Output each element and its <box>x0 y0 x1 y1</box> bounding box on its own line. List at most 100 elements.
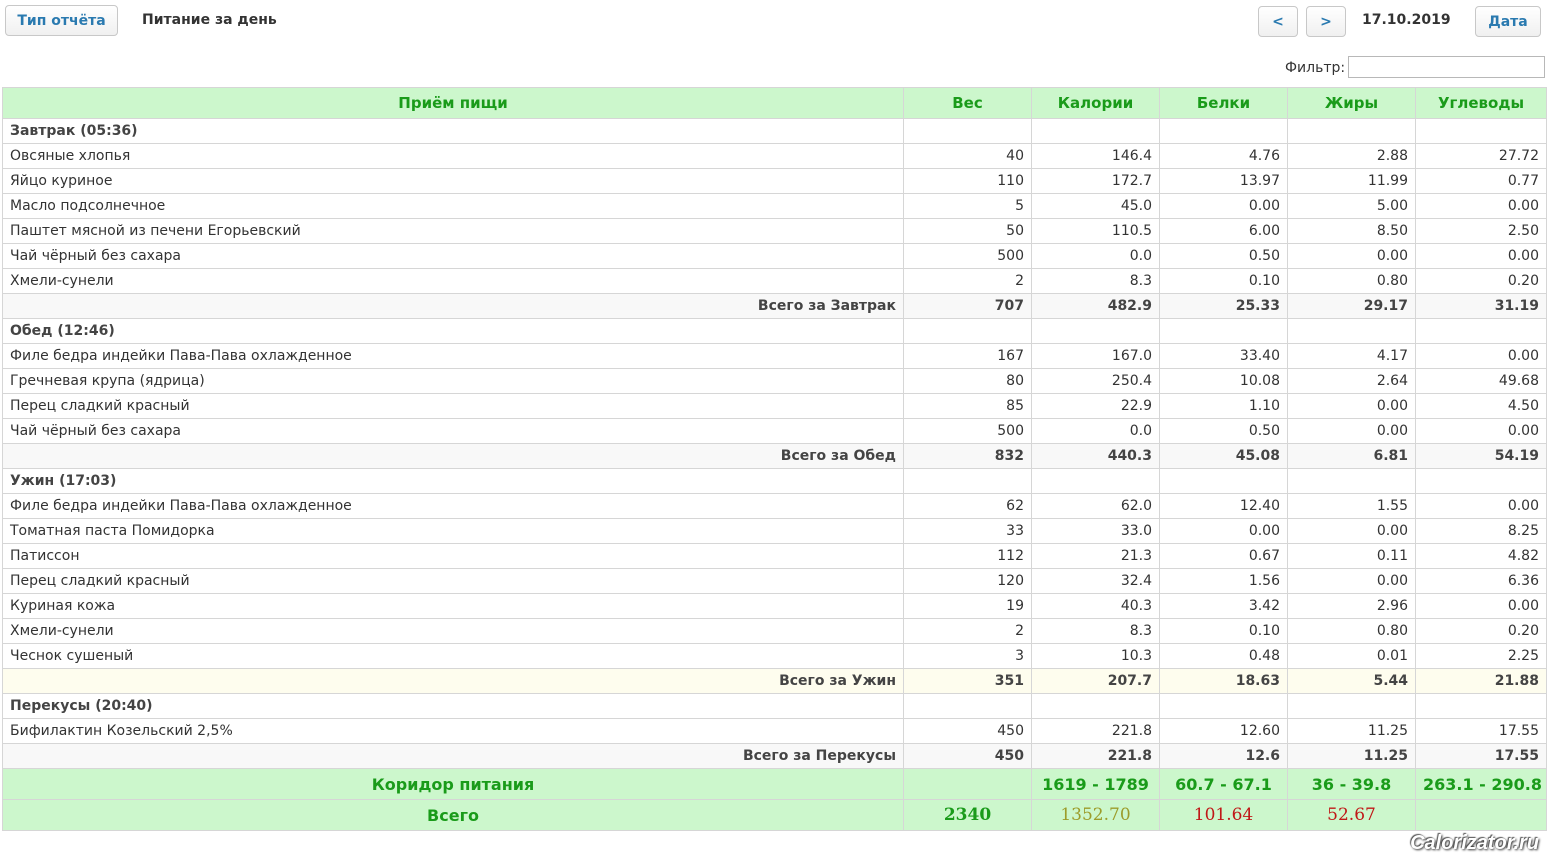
food-calories-cell: 250.4 <box>1031 368 1160 394</box>
food-carbs-cell: 0.00 <box>1415 493 1547 519</box>
food-calories-cell: 221.8 <box>1031 718 1160 744</box>
food-name-cell: Гречневая крупа (ядрица) <box>2 368 904 394</box>
food-name-cell: Патиссон <box>2 543 904 569</box>
report-type-button[interactable]: Тип отчёта <box>5 5 118 36</box>
table-row[interactable]: Хмели-сунели 2 8.3 0.10 0.80 0.20 <box>2 618 1547 644</box>
column-header-calories[interactable]: Калории <box>1031 87 1160 119</box>
food-name-cell: Хмели-сунели <box>2 268 904 294</box>
watermark-logo: Calorizator.ru <box>1410 832 1539 854</box>
grand-total-label: Всего <box>2 799 904 831</box>
food-fat-cell: 0.00 <box>1287 393 1416 419</box>
subtotal-carbs-cell: 31.19 <box>1415 293 1547 319</box>
table-row[interactable]: Чеснок сушеный 3 10.3 0.48 0.01 2.25 <box>2 643 1547 669</box>
food-fat-cell: 2.96 <box>1287 593 1416 619</box>
grand-total-carbs <box>1415 799 1547 831</box>
food-weight-cell: 120 <box>903 568 1032 594</box>
subtotal-carbs-cell: 54.19 <box>1415 443 1547 469</box>
food-carbs-cell: 0.00 <box>1415 243 1547 269</box>
subtotal-calories-cell: 440.3 <box>1031 443 1160 469</box>
corridor-carbs: 263.1 - 290.8 <box>1415 768 1547 800</box>
food-name-cell: Хмели-сунели <box>2 618 904 644</box>
food-protein-cell: 0.48 <box>1159 643 1288 669</box>
page-title: Питание за день <box>142 12 277 28</box>
food-weight-cell: 50 <box>903 218 1032 244</box>
next-day-button[interactable]: > <box>1306 6 1346 37</box>
date-picker-button[interactable]: Дата <box>1475 6 1541 37</box>
meal-group-title: Завтрак (05:36) <box>2 118 904 144</box>
table-row[interactable]: Овсяные хлопья 40 146.4 4.76 2.88 27.72 <box>2 143 1547 169</box>
table-row[interactable]: Гречневая крупа (ядрица) 80 250.4 10.08 2.64… <box>2 368 1547 394</box>
food-fat-cell: 0.80 <box>1287 618 1416 644</box>
top-bar: Тип отчёта Питание за день < > 17.10.201… <box>0 0 1549 44</box>
food-protein-cell: 1.10 <box>1159 393 1288 419</box>
food-carbs-cell: 6.36 <box>1415 568 1547 594</box>
table-row[interactable]: Чай чёрный без сахара 500 0.0 0.50 0.00 0.00 <box>2 418 1547 444</box>
food-calories-cell: 110.5 <box>1031 218 1160 244</box>
subtotal-weight-cell: 351 <box>903 668 1032 694</box>
food-name-cell: Масло подсолнечное <box>2 193 904 219</box>
food-weight-cell: 450 <box>903 718 1032 744</box>
food-fat-cell: 1.55 <box>1287 493 1416 519</box>
food-carbs-cell: 0.00 <box>1415 418 1547 444</box>
table-row[interactable]: Томатная паста Помидорка 33 33.0 0.00 0.00 8.… <box>2 518 1547 544</box>
food-carbs-cell: 0.00 <box>1415 593 1547 619</box>
column-header-fat[interactable]: Жиры <box>1287 87 1416 119</box>
subtotal-name-cell: Всего за Перекусы <box>2 743 904 769</box>
table-row[interactable]: Яйцо куриное 110 172.7 13.97 11.99 0.77 <box>2 168 1547 194</box>
table-row[interactable]: Хмели-сунели 2 8.3 0.10 0.80 0.20 <box>2 268 1547 294</box>
table-row[interactable]: Патиссон 112 21.3 0.67 0.11 4.82 <box>2 543 1547 569</box>
corridor-row: Коридор питания 1619 - 1789 60.7 - 67.1 … <box>2 768 1547 800</box>
subtotal-fat-cell: 11.25 <box>1287 743 1416 769</box>
table-row[interactable]: Филе бедра индейки Пава-Пава охлажденное… <box>2 493 1547 519</box>
empty-cell <box>1287 318 1416 344</box>
meal-group-row: Перекусы (20:40) <box>2 693 1547 719</box>
food-weight-cell: 110 <box>903 168 1032 194</box>
food-weight-cell: 500 <box>903 243 1032 269</box>
food-name-cell: Филе бедра индейки Пава-Пава охлажденное <box>2 493 904 519</box>
column-header-meal[interactable]: Приём пищи <box>2 87 904 119</box>
empty-cell <box>1159 693 1288 719</box>
table-row[interactable]: Чай чёрный без сахара 500 0.0 0.50 0.00 0.00 <box>2 243 1547 269</box>
table-row[interactable]: Масло подсолнечное 5 45.0 0.00 5.00 0.00 <box>2 193 1547 219</box>
current-date: 17.10.2019 <box>1362 12 1451 28</box>
food-calories-cell: 167.0 <box>1031 343 1160 369</box>
food-protein-cell: 0.10 <box>1159 618 1288 644</box>
food-name-cell: Бифилактин Козельский 2,5% <box>2 718 904 744</box>
meal-group-row: Завтрак (05:36) <box>2 118 1547 144</box>
food-protein-cell: 0.50 <box>1159 418 1288 444</box>
empty-cell <box>1159 118 1288 144</box>
meal-group-title: Перекусы (20:40) <box>2 693 904 719</box>
food-protein-cell: 0.00 <box>1159 193 1288 219</box>
prev-day-button[interactable]: < <box>1258 6 1298 37</box>
column-header-carbs[interactable]: Углеводы <box>1415 87 1547 119</box>
filter-input[interactable] <box>1348 56 1545 78</box>
table-row[interactable]: Бифилактин Козельский 2,5% 450 221.8 12.60 1… <box>2 718 1547 744</box>
table-row[interactable]: Перец сладкий красный 85 22.9 1.10 0.00 4.50 <box>2 393 1547 419</box>
food-name-cell: Перец сладкий красный <box>2 393 904 419</box>
empty-cell <box>903 468 1032 494</box>
food-protein-cell: 0.50 <box>1159 243 1288 269</box>
empty-cell <box>1031 118 1160 144</box>
food-fat-cell: 0.00 <box>1287 568 1416 594</box>
food-calories-cell: 33.0 <box>1031 518 1160 544</box>
subtotal-name-cell: Всего за Ужин <box>2 668 904 694</box>
column-header-weight[interactable]: Вес <box>903 87 1032 119</box>
food-fat-cell: 11.99 <box>1287 168 1416 194</box>
food-protein-cell: 33.40 <box>1159 343 1288 369</box>
table-row[interactable]: Паштет мясной из печени Егорьевский 50 110… <box>2 218 1547 244</box>
food-protein-cell: 12.60 <box>1159 718 1288 744</box>
empty-cell <box>903 318 1032 344</box>
food-name-cell: Овсяные хлопья <box>2 143 904 169</box>
food-fat-cell: 0.00 <box>1287 243 1416 269</box>
food-fat-cell: 8.50 <box>1287 218 1416 244</box>
subtotal-name-cell: Всего за Обед <box>2 443 904 469</box>
food-weight-cell: 167 <box>903 343 1032 369</box>
table-body: Завтрак (05:36) Овсяные хлопья 40 146.4 4.76… <box>2 118 1547 769</box>
food-protein-cell: 1.56 <box>1159 568 1288 594</box>
table-row[interactable]: Перец сладкий красный 120 32.4 1.56 0.00 6.36 <box>2 568 1547 594</box>
subtotal-protein-cell: 12.6 <box>1159 743 1288 769</box>
table-row[interactable]: Филе бедра индейки Пава-Пава охлажденное… <box>2 343 1547 369</box>
column-header-protein[interactable]: Белки <box>1159 87 1288 119</box>
empty-cell <box>903 118 1032 144</box>
table-row[interactable]: Куриная кожа 19 40.3 3.42 2.96 0.00 <box>2 593 1547 619</box>
